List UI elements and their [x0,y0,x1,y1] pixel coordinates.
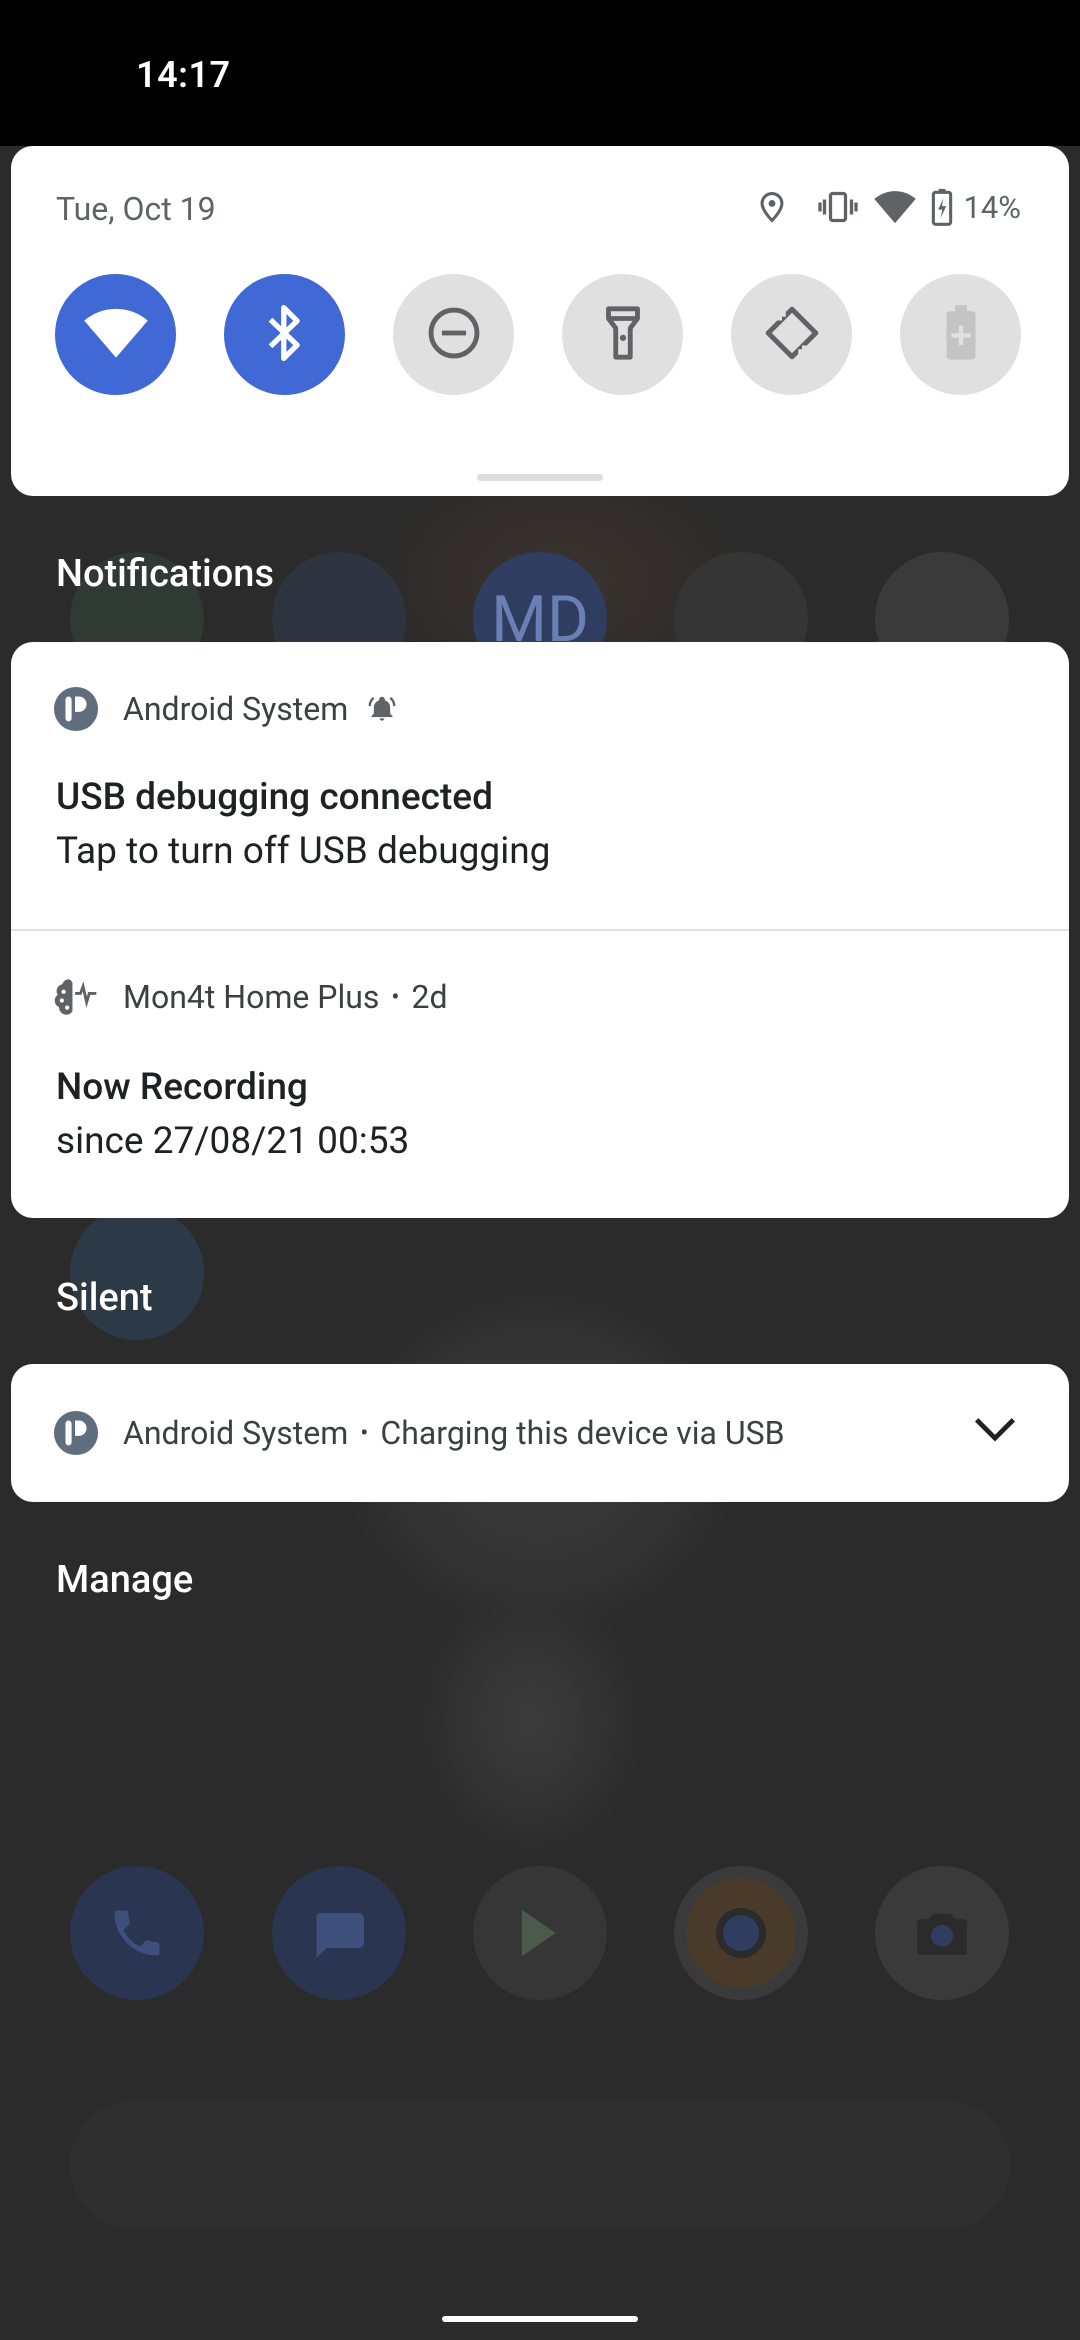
notification-title: Now Recording [56,1066,308,1109]
tile-auto-rotate[interactable] [731,274,852,395]
bg-search-bar [70,2100,1010,2230]
notification-app-name: Android System [123,690,349,728]
separator-dot: • [391,983,400,1011]
notification-header: Android System • Charging this device vi… [53,1410,785,1456]
status-bar: 14:17 [0,0,1080,146]
qs-tiles [55,274,1021,395]
qs-status-icons: 14% [755,188,1021,226]
auto-rotate-icon [762,303,822,367]
notification-mon4t-recording[interactable]: Mon4t Home Plus • 2d Now Recording since… [11,930,1069,1218]
vibrate-icon [817,189,859,225]
flashlight-icon [601,304,645,366]
battery-percent: 14% [963,188,1021,226]
notifications-header: Notifications [56,552,274,596]
alert-bell-icon [368,695,396,723]
notification-text: Tap to turn off USB debugging [56,830,551,873]
qs-expand-handle[interactable] [477,474,603,481]
bg-phone-icon [70,1866,204,2000]
battery-charging-icon [931,188,953,226]
brain-activity-icon [53,974,99,1020]
android-system-icon [53,1410,99,1456]
tile-wifi[interactable] [55,274,176,395]
notification-header: Mon4t Home Plus • 2d [53,974,448,1020]
notification-time: 2d [411,978,448,1016]
manage-button[interactable]: Manage [56,1558,193,1602]
android-system-icon [53,686,99,732]
silent-notification-card[interactable]: Android System • Charging this device vi… [11,1364,1069,1502]
tile-flashlight[interactable] [562,274,683,395]
expand-chevron-icon[interactable] [973,1414,1017,1448]
notification-header: Android System [53,686,396,732]
wifi-icon [83,307,149,363]
notification-app-name: Mon4t Home Plus [123,978,380,1016]
bluetooth-icon [263,304,307,366]
bg-messages-icon [272,1866,406,2000]
notification-usb-debugging[interactable]: Android System USB debugging connected T… [11,642,1069,930]
notification-text: since 27/08/21 00:53 [56,1120,410,1163]
do-not-disturb-icon [425,304,483,366]
tile-battery-saver[interactable] [900,274,1021,395]
bg-play-store-icon [473,1866,607,2000]
silent-header: Silent [56,1276,153,1320]
wifi-status-icon [873,189,917,225]
tile-bluetooth[interactable] [224,274,345,395]
qs-date[interactable]: Tue, Oct 19 [56,190,216,228]
gesture-nav-handle[interactable] [442,2316,638,2322]
battery-saver-icon [944,304,978,366]
notification-app-name: Android System [123,1414,349,1452]
notification-title: USB debugging connected [56,776,493,819]
clock: 14:17 [136,54,231,96]
location-icon [755,189,789,225]
quick-settings-panel: Tue, Oct 19 14% [11,146,1069,496]
notification-text: Charging this device via USB [380,1414,785,1452]
bg-chrome-icon [674,1866,808,2000]
notifications-card: Android System USB debugging connected T… [11,642,1069,1218]
bg-camera-icon [875,1866,1009,2000]
tile-do-not-disturb[interactable] [393,274,514,395]
separator-dot: • [360,1419,369,1447]
